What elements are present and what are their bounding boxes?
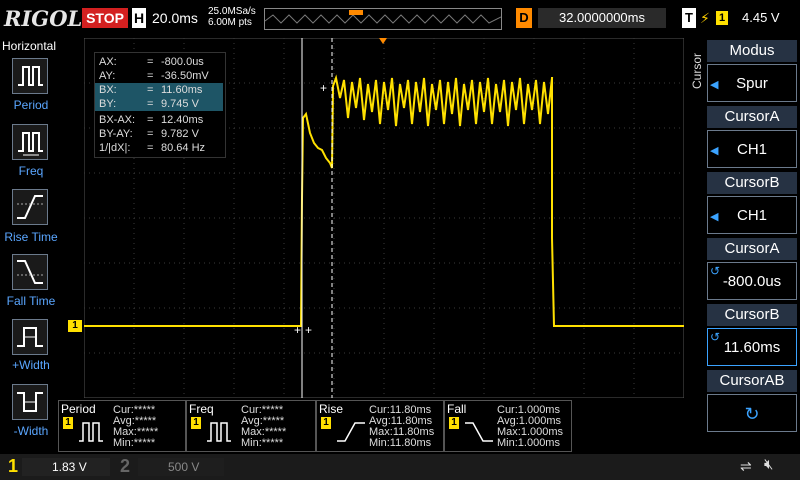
- cursor-a-cross: +: [294, 323, 301, 337]
- measure-title: Rise: [319, 402, 344, 416]
- rise-time-icon: [17, 195, 43, 219]
- freq-label: Freq: [18, 164, 44, 178]
- cursor-b-source-button[interactable]: CH1: [707, 196, 797, 234]
- cursor-ab-button[interactable]: ↻: [707, 394, 797, 432]
- freq-measure-icon: [207, 422, 231, 442]
- measure-title: Fall: [447, 402, 467, 416]
- cursor-b-pos-title: CursorB: [707, 304, 797, 326]
- readout-inv-dx: 1/|dX|: = 80.64 Hz: [99, 142, 206, 154]
- fall-time-label: Fall Time: [6, 294, 56, 308]
- fall-time-icon: [465, 422, 493, 442]
- modus-button[interactable]: Spur: [707, 64, 797, 102]
- brand-logo: RIGOL: [4, 6, 83, 31]
- usb-icon: ⇌: [740, 458, 752, 474]
- measure-fall[interactable]: Fall 1 Cur:1.000ms Avg:1.000ms Max:1.000…: [444, 400, 572, 452]
- select-arrow-icon: ◀: [710, 211, 719, 223]
- measure-channel-badge: 1: [321, 417, 331, 429]
- select-arrow-icon: ◀: [710, 145, 719, 157]
- select-arrow-icon: ◀: [710, 79, 719, 91]
- cursor-a-source-title: CursorA: [707, 106, 797, 128]
- ch2-scale-box[interactable]: 500 V: [138, 458, 224, 476]
- cursor-readout-panel: AX: = -800.0us AY: = -36.50mV BX: = 11.60ms BY…: [94, 52, 226, 158]
- sample-rate: 25.0MSa/s: [208, 6, 256, 17]
- cursor-b-cross: +: [305, 323, 312, 337]
- delay-badge: D: [516, 8, 532, 28]
- measure-channel-badge: 1: [449, 417, 459, 429]
- modus-value: Spur: [736, 75, 768, 92]
- knob-icon: ↺: [710, 264, 721, 278]
- knob-icon: ↺: [710, 330, 721, 344]
- freq-measure-icon: [18, 132, 43, 156]
- cursor-b-source-value: CH1: [736, 207, 767, 224]
- period-label: Period: [13, 98, 49, 112]
- measure-title: Period: [61, 402, 96, 416]
- cursor-menu-label: Cursor: [690, 53, 704, 90]
- measure-min: Min:11.80ms: [369, 437, 432, 449]
- period-button[interactable]: [12, 58, 48, 94]
- rising-edge-icon: ⚡︎: [700, 10, 710, 26]
- timebase-value[interactable]: 20.0ms: [152, 8, 198, 28]
- mute-icon[interactable]: 🔇︎: [764, 456, 773, 473]
- measure-min: Min:*****: [113, 437, 156, 449]
- period-measure-icon: [18, 66, 43, 86]
- rise-time-icon: [337, 422, 365, 442]
- readout-bx: BX: = 11.60ms: [95, 83, 223, 97]
- memory-overview-strip: [264, 8, 502, 30]
- knob-icon: ↻: [744, 404, 760, 424]
- neg-width-label: -Width: [13, 424, 49, 438]
- cursor-b-source-title: CursorB: [707, 172, 797, 194]
- neg-width-button[interactable]: [12, 384, 48, 420]
- cursor-a-pos-title: CursorA: [707, 238, 797, 260]
- pos-width-icon: [17, 327, 43, 347]
- rise-time-button[interactable]: [12, 189, 48, 225]
- pos-width-button[interactable]: [12, 319, 48, 355]
- ch1-number[interactable]: 1: [8, 456, 18, 477]
- trigger-level[interactable]: 4.45 V: [742, 8, 780, 28]
- ch2-number[interactable]: 2: [120, 456, 130, 477]
- freq-button[interactable]: [12, 124, 48, 160]
- fall-time-icon: [17, 260, 43, 284]
- measure-freq[interactable]: Freq 1 Cur:***** Avg:***** Max:***** Min…: [186, 400, 316, 452]
- readout-by: BY: = 9.745 V: [95, 97, 223, 111]
- pos-width-label: +Width: [12, 358, 50, 372]
- modus-title: Modus: [707, 40, 797, 62]
- measure-rise[interactable]: Rise 1 Cur:11.80ms Avg:11.80ms Max:11.80…: [316, 400, 444, 452]
- trigger-badge: T: [682, 8, 696, 28]
- cursor-b-marker: +: [320, 81, 327, 95]
- cursor-a-pos-value: -800.0us: [722, 273, 782, 290]
- ch1-scale-box[interactable]: 1.83 V: [22, 458, 110, 476]
- measure-title: Freq: [189, 402, 214, 416]
- run-stop-indicator[interactable]: STOP: [82, 8, 128, 28]
- cursor-a-pos-button[interactable]: -800.0us: [707, 262, 797, 300]
- rise-time-label: Rise Time: [4, 230, 58, 244]
- ch1-scale: 1.83 V: [52, 460, 87, 474]
- horizontal-badge: H: [132, 8, 146, 28]
- memory-depth: 6.00M pts: [208, 17, 252, 28]
- cursor-ab-title: CursorAB: [707, 370, 797, 392]
- measure-channel-badge: 1: [191, 417, 201, 429]
- measure-channel-badge: 1: [63, 417, 73, 429]
- ch1-ground-marker[interactable]: 1: [68, 320, 82, 332]
- ch2-scale: 500 V: [168, 460, 200, 474]
- measure-period[interactable]: Period 1 Cur:***** Avg:***** Max:***** M…: [58, 400, 186, 452]
- trigger-position-marker: [349, 10, 363, 15]
- neg-width-icon: [17, 392, 43, 412]
- measure-min: Min:1.000ms: [497, 437, 560, 449]
- cursor-b-pos-value: 11.60ms: [723, 339, 781, 356]
- readout-ax: AX: = -800.0us: [99, 56, 204, 68]
- cursor-a-source-value: CH1: [736, 141, 767, 158]
- delay-value[interactable]: 32.0000000ms: [538, 8, 666, 28]
- fall-time-button[interactable]: [12, 254, 48, 290]
- sidebar-title: Horizontal: [2, 39, 57, 53]
- cursor-a-source-button[interactable]: CH1: [707, 130, 797, 168]
- period-measure-icon: [79, 422, 103, 442]
- readout-ay: AY: = -36.50mV: [99, 70, 209, 82]
- readout-bx-ax: BX-AX: = 12.40ms: [99, 114, 204, 126]
- measure-min: Min:*****: [241, 437, 284, 449]
- readout-by-ay: BY-AY: = 9.782 V: [99, 128, 199, 140]
- trigger-channel: 1: [716, 11, 728, 25]
- cursor-b-pos-button[interactable]: 11.60ms: [707, 328, 797, 366]
- memory-wave-icon: [264, 10, 502, 24]
